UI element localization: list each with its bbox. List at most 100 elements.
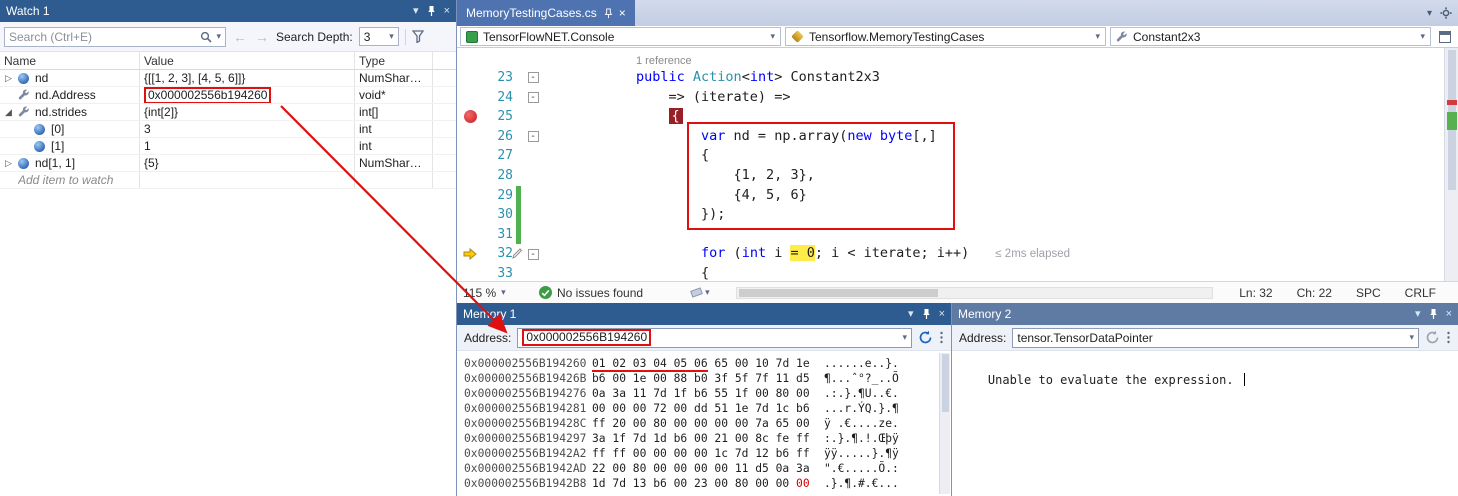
- expander-icon[interactable]: ◢: [3, 104, 14, 120]
- column-header-type[interactable]: Type: [355, 52, 433, 69]
- scrollbar-thumb[interactable]: [739, 289, 939, 297]
- watch-titlebar[interactable]: Watch 1 ▾ ×: [0, 0, 456, 22]
- scrollbar-thumb[interactable]: [942, 354, 949, 412]
- pin-icon[interactable]: [604, 8, 613, 19]
- glyph-margin[interactable]: [457, 244, 483, 264]
- close-icon[interactable]: ×: [939, 309, 945, 320]
- toolbar-overflow-icon[interactable]: [939, 331, 944, 344]
- watch-row[interactable]: [1]1int: [0, 138, 456, 155]
- member-dropdown[interactable]: Constant2x3 ▾: [1110, 27, 1431, 46]
- fold-collapse-icon[interactable]: -: [528, 249, 539, 260]
- class-dropdown[interactable]: Tensorflow.MemoryTestingCases ▾: [785, 27, 1106, 46]
- memory-row[interactable]: 0x000002556B1942A2ff ff 00 00 00 00 1c 7…: [464, 446, 951, 461]
- code-line[interactable]: 33{: [457, 264, 1444, 281]
- window-position-icon[interactable]: ▾: [908, 309, 914, 320]
- memory1-hex-view[interactable]: 0x000002556B19426001 02 03 04 05 06 65 0…: [457, 351, 951, 491]
- memory2-titlebar[interactable]: Memory 2 ▾ ×: [952, 303, 1458, 325]
- fold-collapse-icon[interactable]: -: [528, 72, 539, 83]
- next-result-icon[interactable]: →: [254, 29, 270, 45]
- watch-column-headers[interactable]: Name Value Type: [0, 52, 456, 70]
- memory1-scrollbar[interactable]: [939, 353, 950, 494]
- split-window-icon[interactable]: [1439, 31, 1451, 43]
- glyph-margin[interactable]: [457, 225, 483, 245]
- glyph-margin[interactable]: [457, 186, 483, 206]
- glyph-margin[interactable]: [457, 88, 483, 108]
- glyph-margin[interactable]: [457, 166, 483, 186]
- glyph-margin[interactable]: [457, 107, 483, 127]
- memory-row[interactable]: 0x000002556B19426001 02 03 04 05 06 65 0…: [464, 356, 951, 371]
- pin-icon[interactable]: [922, 308, 931, 320]
- gear-icon[interactable]: [1440, 7, 1452, 19]
- zoom-select[interactable]: 115 % ▾: [463, 286, 517, 300]
- memory-row[interactable]: 0x000002556B1942973a 1f 7d 1d b6 00 21 0…: [464, 431, 951, 446]
- memory-row[interactable]: 0x000002556B1942AD22 00 80 00 00 00 00 1…: [464, 461, 951, 476]
- memory-row[interactable]: 0x000002556B19428Cff 20 00 80 00 00 00 0…: [464, 416, 951, 431]
- code-line[interactable]: 26-var nd = np.array(new byte[,]: [457, 127, 1444, 147]
- eol-indicator[interactable]: CRLF: [1405, 286, 1436, 300]
- project-dropdown[interactable]: TensorFlowNET.Console ▾: [460, 27, 781, 46]
- space-mode-indicator[interactable]: SPC: [1356, 286, 1381, 300]
- watch-row[interactable]: [0]3int: [0, 121, 456, 138]
- vertical-scrollbar[interactable]: [1444, 48, 1458, 281]
- code-editor[interactable]: 1 reference23-public Action<int> Constan…: [457, 48, 1458, 281]
- column-header-name[interactable]: Name: [0, 52, 140, 69]
- memory2-message-area[interactable]: Unable to evaluate the expression.: [952, 351, 1458, 409]
- memory-row[interactable]: 0x000002556B19426Bb6 00 1e 00 88 b0 3f 5…: [464, 371, 951, 386]
- memory1-address-input[interactable]: 0x000002556B194260 ▾: [517, 328, 912, 348]
- glyph-margin[interactable]: [457, 68, 483, 88]
- codelens-line[interactable]: 1 reference: [457, 52, 1444, 68]
- watch-row[interactable]: ▷nd{[[1, 2, 3], [4, 5, 6]]}NumShar…: [0, 70, 456, 87]
- search-input[interactable]: Search (Ctrl+E) ▾: [4, 27, 226, 47]
- toolbar-overflow-icon[interactable]: [1446, 331, 1451, 344]
- code-cleanup-button[interactable]: ▾: [691, 287, 710, 298]
- code-line[interactable]: 29{4, 5, 6}: [457, 186, 1444, 206]
- watch-row[interactable]: ▷nd[1, 1]{5}NumShar…: [0, 155, 456, 172]
- chevron-down-icon[interactable]: ▾: [902, 332, 907, 343]
- memory-row[interactable]: 0x000002556B19428100 00 00 72 00 dd 51 1…: [464, 401, 951, 416]
- glyph-margin[interactable]: [457, 52, 483, 68]
- expander-icon[interactable]: ▷: [3, 155, 14, 171]
- issues-indicator[interactable]: No issues found: [539, 286, 643, 300]
- window-position-icon[interactable]: ▾: [413, 6, 419, 17]
- code-line[interactable]: 23-public Action<int> Constant2x3: [457, 68, 1444, 88]
- window-position-icon[interactable]: ▾: [1415, 309, 1421, 320]
- watch-row[interactable]: ◢nd.strides{int[2]}int[]: [0, 104, 456, 121]
- expander-icon[interactable]: ▷: [3, 70, 14, 86]
- close-icon[interactable]: ×: [444, 6, 450, 17]
- document-list-icon[interactable]: ▾: [1427, 8, 1432, 19]
- horizontal-scrollbar[interactable]: [736, 287, 1214, 299]
- code-line[interactable]: 25{: [457, 107, 1444, 127]
- code-line[interactable]: 27{: [457, 146, 1444, 166]
- memory-row[interactable]: 0x000002556B1942B81d 7d 13 b6 00 23 00 8…: [464, 476, 951, 491]
- code-line[interactable]: 28{1, 2, 3},: [457, 166, 1444, 186]
- search-icon[interactable]: [200, 31, 212, 43]
- perf-tip[interactable]: ≤ 2ms elapsed: [995, 248, 1070, 260]
- code-line[interactable]: 31: [457, 225, 1444, 245]
- chevron-down-icon[interactable]: ▾: [1409, 332, 1414, 343]
- glyph-margin[interactable]: [457, 264, 483, 281]
- filter-icon[interactable]: [412, 30, 426, 43]
- memory2-address-input[interactable]: tensor.TensorDataPointer ▾: [1012, 328, 1419, 348]
- close-icon[interactable]: ×: [1446, 309, 1452, 320]
- column-header-value[interactable]: Value: [140, 52, 355, 69]
- fold-collapse-icon[interactable]: -: [528, 92, 539, 103]
- search-depth-select[interactable]: 3 ▾: [359, 27, 399, 46]
- watch-row[interactable]: Add item to watch: [0, 172, 456, 189]
- previous-result-icon[interactable]: ←: [232, 29, 248, 45]
- watch-row[interactable]: nd.Address0x000002556b194260void*: [0, 87, 456, 104]
- glyph-margin[interactable]: [457, 127, 483, 147]
- pin-icon[interactable]: [1429, 308, 1438, 320]
- tab-memorytestingcases[interactable]: MemoryTestingCases.cs ×: [457, 0, 635, 26]
- fold-collapse-icon[interactable]: -: [528, 131, 539, 142]
- code-line[interactable]: 24-=> (iterate) =>: [457, 88, 1444, 108]
- breakpoint-icon[interactable]: [464, 110, 477, 123]
- search-options-icon[interactable]: ▾: [216, 31, 221, 42]
- code-line[interactable]: 32-for (int i = 0; i < iterate; i++)≤ 2m…: [457, 244, 1444, 264]
- glyph-margin[interactable]: [457, 146, 483, 166]
- pin-icon[interactable]: [427, 5, 436, 17]
- close-icon[interactable]: ×: [619, 6, 626, 20]
- refresh-icon[interactable]: [1425, 330, 1440, 345]
- memory-row[interactable]: 0x000002556B1942760a 3a 11 7d 1f b6 55 1…: [464, 386, 951, 401]
- memory1-titlebar[interactable]: Memory 1 ▾ ×: [457, 303, 951, 325]
- refresh-icon[interactable]: [918, 330, 933, 345]
